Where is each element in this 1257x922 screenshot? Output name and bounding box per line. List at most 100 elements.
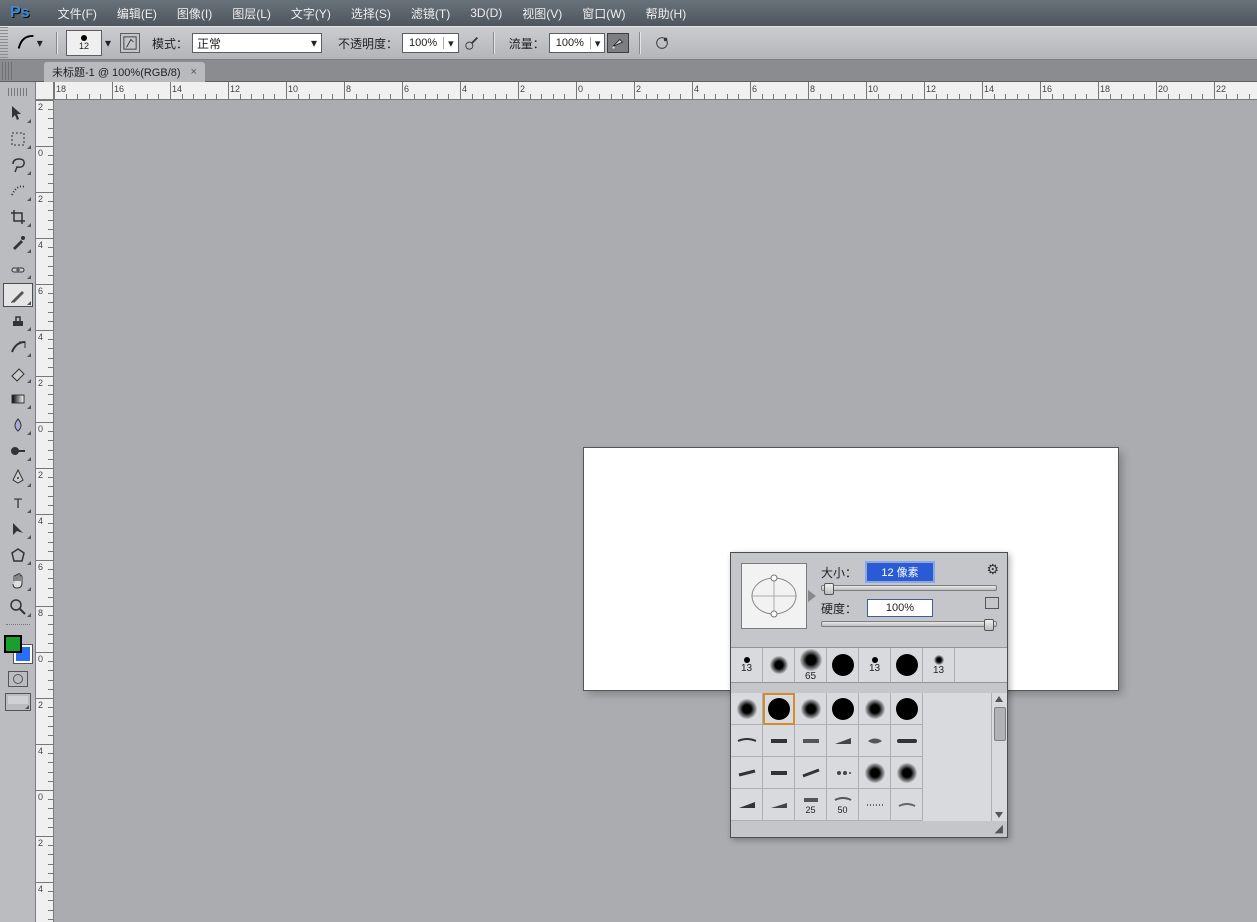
resize-handle-icon[interactable]: ◢: [731, 821, 1007, 837]
brush-recent-item[interactable]: 13: [731, 648, 763, 682]
flow-field[interactable]: 100% ▾: [549, 33, 606, 53]
brush-panel-toggle-icon[interactable]: [120, 33, 140, 53]
brush-grid-item[interactable]: [763, 693, 795, 725]
chevron-down-icon[interactable]: ▾: [311, 36, 317, 50]
brush-grid-item[interactable]: [891, 757, 923, 789]
brush-grid-item[interactable]: [827, 757, 859, 789]
marquee-tool[interactable]: [3, 127, 33, 151]
type-tool[interactable]: T: [3, 491, 33, 515]
blur-tool[interactable]: [3, 413, 33, 437]
brush-grid-item[interactable]: [891, 693, 923, 725]
brush-grid-item[interactable]: [891, 789, 923, 821]
opacity-field[interactable]: 100% ▾: [402, 33, 459, 53]
menu-layer[interactable]: 图层(L): [222, 5, 281, 22]
menu-filter[interactable]: 滤镜(T): [401, 5, 460, 22]
quick-select-tool[interactable]: [3, 179, 33, 203]
toolbox-gripper[interactable]: [8, 88, 28, 96]
gradient-tool[interactable]: [3, 387, 33, 411]
shape-tool[interactable]: [3, 543, 33, 567]
canvas-viewport[interactable]: [54, 100, 1257, 922]
brush-grid-item[interactable]: 50: [827, 789, 859, 821]
menu-select[interactable]: 选择(S): [341, 5, 401, 22]
pen-tool[interactable]: [3, 465, 33, 489]
brush-tip-preview[interactable]: [741, 563, 807, 629]
brush-grid-item[interactable]: [827, 693, 859, 725]
pencil-tool[interactable]: [3, 283, 33, 307]
crop-tool[interactable]: [3, 205, 33, 229]
size-pressure-icon[interactable]: [651, 33, 673, 53]
airbrush-icon[interactable]: [607, 33, 629, 53]
brush-grid-item[interactable]: [731, 725, 763, 757]
screen-mode-toggle[interactable]: [5, 693, 31, 711]
clone-stamp-tool[interactable]: [3, 309, 33, 333]
brush-recent-item[interactable]: 13: [923, 648, 955, 682]
brush-size-slider[interactable]: [821, 585, 997, 591]
brush-grid-item[interactable]: [795, 725, 827, 757]
brush-grid-item[interactable]: [731, 693, 763, 725]
quick-mask-toggle[interactable]: [8, 671, 28, 687]
brush-grid-item[interactable]: [859, 725, 891, 757]
brush-grid-item[interactable]: 25: [795, 789, 827, 821]
foreground-color-swatch[interactable]: [4, 635, 22, 653]
menu-edit[interactable]: 编辑(E): [107, 5, 167, 22]
brush-size-input[interactable]: 12 像素: [867, 563, 933, 581]
brush-grid-item[interactable]: [763, 725, 795, 757]
healing-brush-tool[interactable]: [3, 257, 33, 281]
history-brush-tool[interactable]: [3, 335, 33, 359]
dodge-tool[interactable]: [3, 439, 33, 463]
brush-grid-item[interactable]: [763, 789, 795, 821]
chevron-down-icon[interactable]: ▾: [591, 37, 605, 50]
brush-grid-item[interactable]: [859, 789, 891, 821]
menu-3d[interactable]: 3D(D): [460, 6, 512, 20]
brush-grid-item[interactable]: [859, 757, 891, 789]
brush-grid-item[interactable]: [731, 757, 763, 789]
current-tool-icon[interactable]: ▾: [16, 31, 44, 55]
menu-window[interactable]: 窗口(W): [572, 5, 635, 22]
brush-grid-item[interactable]: [859, 693, 891, 725]
brush-recent-item[interactable]: [891, 648, 923, 682]
close-icon[interactable]: ×: [191, 66, 197, 78]
zoom-tool[interactable]: [3, 595, 33, 619]
options-gripper[interactable]: [0, 27, 8, 59]
brush-grid-item[interactable]: [827, 725, 859, 757]
brush-grid-item[interactable]: [795, 757, 827, 789]
brush-recent-item[interactable]: 65: [795, 648, 827, 682]
brush-grid-scrollbar[interactable]: [991, 693, 1007, 821]
chevron-down-icon[interactable]: ▾: [36, 36, 44, 50]
chevron-down-icon[interactable]: ▾: [444, 37, 458, 50]
brush-grid-item[interactable]: [795, 693, 827, 725]
brush-recent-size: 65: [805, 671, 816, 682]
brush-recent-item[interactable]: 13: [859, 648, 891, 682]
blend-mode-select[interactable]: 正常 ▾: [192, 33, 322, 53]
eyedropper-tool[interactable]: [3, 231, 33, 255]
brush-preset-chevron-icon[interactable]: ▾: [102, 36, 114, 50]
tabstrip-gripper[interactable]: [2, 62, 12, 80]
brush-grid-item[interactable]: [763, 757, 795, 789]
brush-preset-swatch[interactable]: 12: [66, 30, 102, 56]
brush-grid-item[interactable]: [891, 725, 923, 757]
ruler-origin[interactable]: [36, 82, 54, 100]
opacity-pressure-icon[interactable]: [461, 33, 483, 53]
hand-tool[interactable]: [3, 569, 33, 593]
ruler-horizontal[interactable]: 181614121086420246810121416182022: [54, 82, 1257, 100]
eraser-tool[interactable]: [3, 361, 33, 385]
brush-hardness-slider[interactable]: [821, 621, 997, 627]
document-tab[interactable]: 未标题-1 @ 100%(RGB/8) ×: [44, 62, 205, 82]
menu-file[interactable]: 文件(F): [48, 5, 107, 22]
menu-image[interactable]: 图像(I): [167, 5, 222, 22]
move-tool[interactable]: [3, 101, 33, 125]
ruler-vertical[interactable]: 202464202468024024: [36, 100, 54, 922]
brush-grid-item[interactable]: [731, 789, 763, 821]
foreground-background-swatch[interactable]: [4, 635, 32, 663]
lasso-tool[interactable]: [3, 153, 33, 177]
gear-icon[interactable]: ⚙: [986, 561, 999, 578]
path-select-tool[interactable]: [3, 517, 33, 541]
menu-view[interactable]: 视图(V): [512, 5, 572, 22]
new-preset-icon[interactable]: [985, 597, 999, 609]
menu-help[interactable]: 帮助(H): [636, 5, 697, 22]
play-icon[interactable]: [808, 590, 816, 602]
brush-hardness-input[interactable]: 100%: [867, 599, 933, 617]
brush-recent-item[interactable]: [763, 648, 795, 682]
menu-type[interactable]: 文字(Y): [281, 5, 341, 22]
brush-recent-item[interactable]: [827, 648, 859, 682]
